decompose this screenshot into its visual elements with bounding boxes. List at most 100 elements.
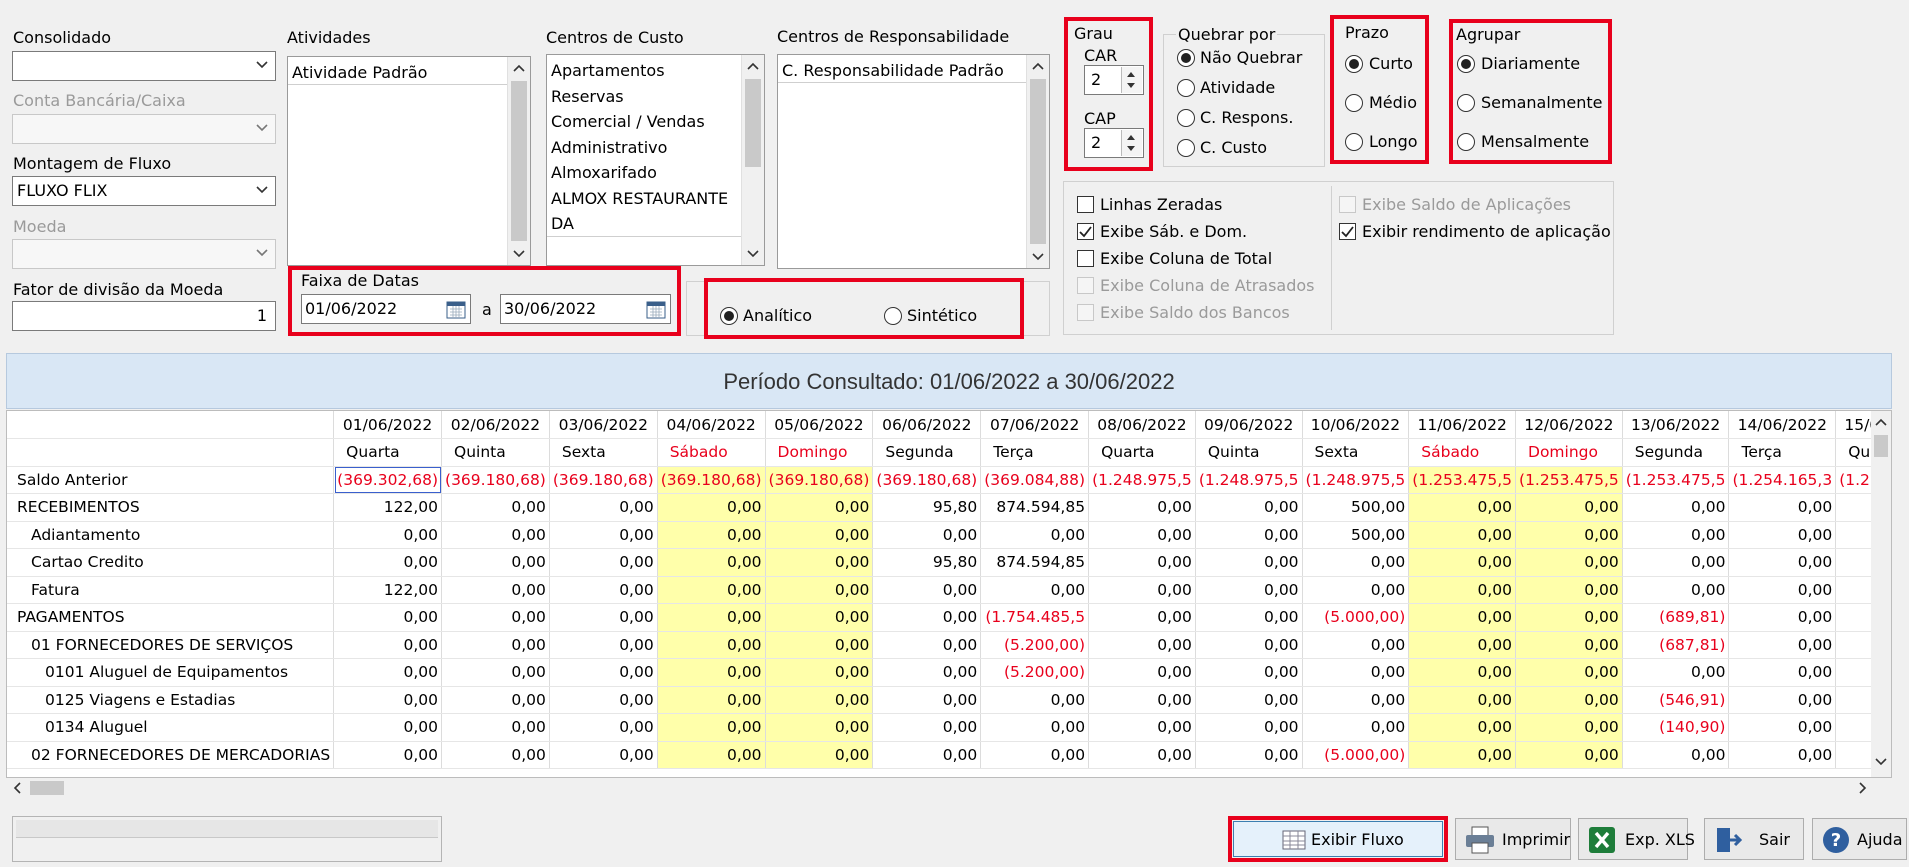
table-cell[interactable]: 0,00 xyxy=(549,713,658,742)
table-cell[interactable]: (1.248.975,5 xyxy=(1195,466,1303,494)
table-cell[interactable]: 0,00 xyxy=(441,521,550,549)
table-cell[interactable]: 0,00 xyxy=(657,576,766,604)
table-cell[interactable]: 0,00 xyxy=(872,521,982,549)
list-item[interactable]: C. Responsabilidade Padrão xyxy=(782,61,1004,80)
table-cell[interactable]: (369.180,68) xyxy=(549,466,658,494)
table-cell[interactable]: 0,00 xyxy=(872,631,982,659)
table-cell[interactable]: 0,00 xyxy=(1622,493,1730,522)
table-cell[interactable]: (687,81) xyxy=(1622,631,1730,659)
table-cell[interactable]: 0,00 xyxy=(765,576,874,604)
table-cell[interactable]: 0,00 xyxy=(980,521,1090,549)
table-cell[interactable]: 500,00 xyxy=(1302,521,1410,549)
table-cell[interactable]: 0,00 xyxy=(1088,686,1196,714)
table-row[interactable]: Adiantamento 0,00 0,00 0,00 0,00 0,00 0,00 0,00… xyxy=(7,521,1891,549)
chevron-down-icon[interactable] xyxy=(1126,82,1136,90)
table-cell[interactable]: 0,00 xyxy=(765,658,874,687)
table-cell[interactable]: 0,00 xyxy=(872,603,982,632)
linhas-zeradas-checkbox[interactable] xyxy=(1077,196,1094,213)
prazo-radio-longo[interactable] xyxy=(1345,133,1363,151)
table-row[interactable]: 0134 Aluguel 0,00 0,00 0,00 0,00 0,00 0,00 0,00… xyxy=(7,713,1891,742)
table-cell[interactable]: 0,00 xyxy=(1195,741,1303,769)
table-cell[interactable]: 0,00 xyxy=(1088,713,1196,742)
table-cell[interactable]: 0,00 xyxy=(1728,493,1837,522)
table-cell[interactable]: 0,00 xyxy=(1728,521,1837,549)
table-cell[interactable]: (5.000,00) xyxy=(1302,603,1410,632)
table-cell[interactable]: 0,00 xyxy=(657,548,766,577)
table-cell[interactable]: 0,00 xyxy=(549,741,658,769)
table-cell[interactable]: 0,00 xyxy=(333,658,443,687)
chevron-down-icon[interactable] xyxy=(1126,145,1136,153)
table-cell[interactable]: 0,00 xyxy=(657,521,766,549)
table-cell[interactable]: 0,00 xyxy=(1088,548,1196,577)
quebrar-radio-c-respons[interactable] xyxy=(1177,109,1195,127)
scroll-thumb[interactable] xyxy=(1874,435,1888,457)
table-cell[interactable]: 500,00 xyxy=(1302,493,1410,522)
table-cell[interactable]: (1.254.165,3 xyxy=(1728,466,1837,494)
table-cell[interactable]: 0,00 xyxy=(441,548,550,577)
table-cell[interactable]: 0,00 xyxy=(549,521,658,549)
table-cell[interactable]: 0,00 xyxy=(1622,741,1730,769)
table-cell[interactable]: 0,00 xyxy=(1728,603,1837,632)
table-cell[interactable]: 0,00 xyxy=(1515,493,1623,522)
table-cell[interactable]: (1.253.475,5 xyxy=(1622,466,1730,494)
centros-resp-list[interactable]: C. Responsabilidade Padrão xyxy=(777,54,1050,269)
table-cell[interactable]: 0,00 xyxy=(1515,548,1623,577)
table-row[interactable]: RECEBIMENTOS 122,00 0,00 0,00 0,00 0,00 95,80 8… xyxy=(7,493,1891,522)
table-cell[interactable]: 0,00 xyxy=(1195,631,1303,659)
cashflow-grid[interactable]: 01/06/2022 02/06/2022 03/06/2022 04/06/2022… xyxy=(6,410,1892,778)
table-cell[interactable]: 0,00 xyxy=(657,658,766,687)
table-cell[interactable]: 0,00 xyxy=(657,493,766,522)
table-cell[interactable]: 0,00 xyxy=(1408,713,1517,742)
calendar-icon[interactable] xyxy=(445,298,467,320)
table-cell[interactable]: 0,00 xyxy=(1408,658,1517,687)
list-item[interactable]: DA xyxy=(551,214,574,233)
table-cell[interactable]: 0,00 xyxy=(1515,603,1623,632)
table-row[interactable]: Saldo Anterior (369.302,68) (369.180,68) (3… xyxy=(7,466,1891,494)
list-item[interactable]: Apartamentos xyxy=(551,61,665,80)
table-row[interactable]: 01 FORNECEDORES DE SERVIÇOS 0,00 0,00 0,00 0… xyxy=(7,631,1891,659)
table-cell[interactable]: 0,00 xyxy=(1408,548,1517,577)
table-cell[interactable]: 0,00 xyxy=(872,713,982,742)
scroll-thumb[interactable] xyxy=(30,781,64,795)
table-cell[interactable]: 0,00 xyxy=(333,603,443,632)
agrupar-radio-semanalmente[interactable] xyxy=(1457,94,1475,112)
scrollbar[interactable] xyxy=(507,57,530,265)
table-cell[interactable]: (1.248.975,5 xyxy=(1302,466,1410,494)
table-cell[interactable]: 0,00 xyxy=(980,713,1090,742)
table-cell[interactable]: (1.754.485,5 xyxy=(980,603,1090,632)
table-cell[interactable]: 0,00 xyxy=(1195,686,1303,714)
table-cell[interactable]: 874.594,85 xyxy=(980,493,1090,522)
table-row[interactable]: 0101 Aluguel de Equipamentos 0,00 0,00 0,00… xyxy=(7,658,1891,687)
fator-input[interactable]: 1 xyxy=(12,301,276,331)
table-cell[interactable]: 0,00 xyxy=(765,548,874,577)
table-cell[interactable]: 0,00 xyxy=(765,713,874,742)
scroll-thumb[interactable] xyxy=(745,79,761,167)
exibe-atrasados-checkbox[interactable] xyxy=(1077,277,1094,294)
table-cell[interactable]: 0,00 xyxy=(1622,576,1730,604)
scrollbar[interactable] xyxy=(1026,55,1049,268)
list-item[interactable]: Comercial / Vendas xyxy=(551,112,705,131)
table-cell[interactable]: 0,00 xyxy=(333,521,443,549)
scroll-thumb[interactable] xyxy=(511,81,527,241)
table-cell[interactable]: 0,00 xyxy=(1515,658,1623,687)
scroll-thumb[interactable] xyxy=(1030,79,1046,244)
table-cell[interactable]: 0,00 xyxy=(333,548,443,577)
list-item[interactable]: Reservas xyxy=(551,87,624,106)
table-cell[interactable]: (5.000,00) xyxy=(1302,741,1410,769)
table-cell[interactable]: 0,00 xyxy=(872,686,982,714)
centros-custo-list[interactable]: Apartamentos Reservas Comercial / Vendas… xyxy=(546,54,765,266)
sair-button[interactable]: Sair xyxy=(1704,818,1804,860)
table-cell[interactable]: 0,00 xyxy=(549,493,658,522)
exibir-fluxo-button[interactable]: Exibir Fluxo xyxy=(1233,821,1443,857)
table-cell[interactable]: 0,00 xyxy=(657,631,766,659)
table-cell[interactable]: 0,00 xyxy=(1622,658,1730,687)
table-cell[interactable]: 0,00 xyxy=(1302,631,1410,659)
table-cell[interactable]: 0,00 xyxy=(765,631,874,659)
table-cell[interactable]: 0,00 xyxy=(1088,658,1196,687)
table-cell[interactable]: 0,00 xyxy=(765,741,874,769)
table-cell[interactable]: (689,81) xyxy=(1622,603,1730,632)
table-cell[interactable]: 0,00 xyxy=(1408,521,1517,549)
table-cell[interactable]: 0,00 xyxy=(1515,686,1623,714)
table-cell[interactable]: 0,00 xyxy=(1728,576,1837,604)
analitico-radio[interactable] xyxy=(720,307,738,325)
